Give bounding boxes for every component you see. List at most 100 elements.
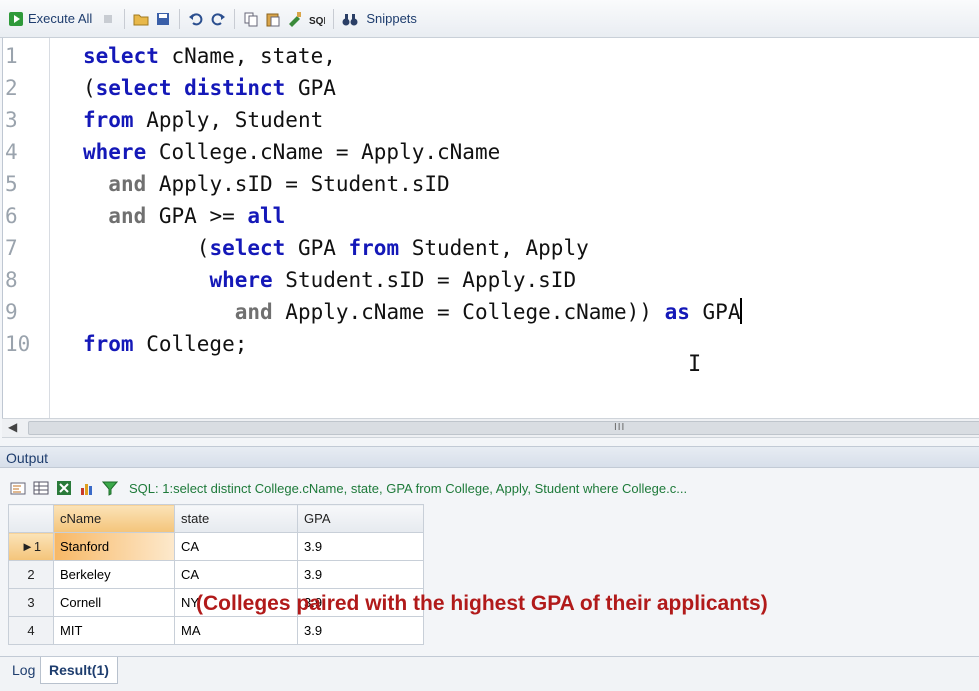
cell-gpa[interactable]: 3.9 [297,616,424,645]
text-cursor-pointer: I [688,352,702,377]
row-number[interactable]: 4 [8,616,54,645]
toolbar-separator [179,8,181,29]
copy-icon[interactable] [243,11,259,27]
play-icon [9,11,23,26]
output-toolbar: SQL: 1:select distinct College.cName, st… [0,474,979,502]
cell-gpa[interactable]: 3.9 [297,560,424,589]
text-output-icon[interactable] [10,480,26,496]
code-line[interactable]: from College; [83,328,247,360]
execute-all-label: Execute All [28,11,93,26]
code-line[interactable]: where Student.sID = Apply.sID [83,264,576,296]
table-row[interactable]: 2 Berkeley CA 3.9 [8,560,424,589]
line-number: 9 [5,300,18,324]
stop-icon[interactable] [100,11,116,27]
sql-keyword: all [247,204,286,228]
tab-result[interactable]: Result(1) [40,657,118,684]
cell-state[interactable]: CA [174,532,298,561]
sql-text: GPA [285,76,336,100]
table-row[interactable]: ►1 Stanford CA 3.9 [8,532,424,561]
filter-icon[interactable] [102,480,118,496]
sql-keyword: from [348,236,400,260]
code-line[interactable]: where College.cName = Apply.cName [83,136,500,168]
sql-summary: SQL: 1:select distinct College.cName, st… [129,480,688,496]
output-title: Output [6,450,49,466]
row-number[interactable]: 3 [8,588,54,617]
save-icon[interactable] [155,11,171,27]
sql-keyword: as [664,300,690,324]
undo-icon[interactable] [188,11,204,27]
excel-export-icon[interactable] [56,480,72,496]
horizontal-scrollbar[interactable]: ◀ III [2,418,979,438]
sql-keyword: where [209,268,273,292]
grid-header-row: cName state GPA [8,504,424,533]
sql-text: cName, state, [158,44,336,68]
column-header-state[interactable]: state [174,504,298,533]
sql-text: GPA >= [146,204,248,228]
cell-cname[interactable]: MIT [53,616,175,645]
open-folder-icon[interactable] [133,11,149,27]
chart-icon[interactable] [79,480,95,496]
cell-state[interactable]: MA [174,616,298,645]
code-line[interactable]: select cName, state, [83,40,336,72]
text-caret [740,298,743,324]
sql-text: Apply, Student [133,108,324,132]
result-grid[interactable]: cName state GPA ►1 Stanford CA 3.9 2 Ber… [8,504,424,645]
code-line[interactable]: from Apply, Student [83,104,323,136]
sql-text: Apply.cName = College.cName)) [272,300,665,324]
column-header-cname[interactable]: cName [53,504,175,533]
sql-keyword: from [83,332,134,356]
tab-log[interactable]: Log [4,657,43,683]
table-row[interactable]: 4 MIT MA 3.9 [8,616,424,645]
redo-icon[interactable] [210,11,226,27]
sql-operator-keyword: and [108,172,147,196]
code-line[interactable]: and GPA >= all [83,200,285,232]
binoculars-icon[interactable] [342,11,358,27]
line-number: 5 [5,172,18,196]
cell-cname[interactable]: Stanford [53,532,175,561]
format-brush-icon[interactable] [287,11,303,27]
sql-text: College.cName = Apply.cName [146,140,501,164]
sql-icon[interactable]: SQL [309,11,325,27]
code-line[interactable]: and Apply.sID = Student.sID [83,168,449,200]
column-header-gpa[interactable]: GPA [297,504,424,533]
snippets-label: Snippets [366,11,417,26]
output-panel-header: Output [0,446,979,468]
toolbar-separator [333,8,335,29]
row-selector-header[interactable] [8,504,54,533]
code-line[interactable]: (select distinct GPA [83,72,336,104]
cell-state[interactable]: CA [174,560,298,589]
row-number[interactable]: 2 [8,560,54,589]
scrollbar-thumb[interactable]: III [28,421,979,435]
editor-toolbar: Execute All SQL Snippets [0,0,979,38]
sql-keyword: select distinct [95,76,286,100]
execute-all-button[interactable]: Execute All [6,7,94,31]
line-number: 1 [5,44,18,68]
sql-operator-keyword: and [234,300,273,324]
sql-keyword: from [83,108,134,132]
sql-text: ( [83,76,96,100]
annotation-caption: (Colleges paired with the highest GPA of… [196,592,768,615]
snippets-button[interactable]: Snippets [364,7,419,31]
scroll-left-icon[interactable]: ◀ [8,420,17,434]
grid-output-icon[interactable] [33,480,49,496]
code-line[interactable]: (select GPA from Student, Apply [83,232,589,264]
row-number[interactable]: ►1 [8,532,54,561]
sql-text: Student, Apply [399,236,589,260]
cell-gpa[interactable]: 3.9 [297,532,424,561]
line-number: 3 [5,108,18,132]
code-line[interactable]: and Apply.cName = College.cName)) as GPA [83,296,743,328]
sql-keyword: where [83,140,147,164]
cell-cname[interactable]: Berkeley [53,560,175,589]
sql-text: GPA [689,300,741,324]
paste-icon[interactable] [265,11,281,27]
line-number: 4 [5,140,18,164]
sql-operator-keyword: and [108,204,147,228]
sql-editor[interactable]: 1 select cName, state, 2 (select distinct G… [2,38,979,418]
line-number: 10 [5,332,31,356]
cell-cname[interactable]: Cornell [53,588,175,617]
toolbar-separator [234,8,236,29]
svg-text:SQL: SQL [309,16,325,27]
